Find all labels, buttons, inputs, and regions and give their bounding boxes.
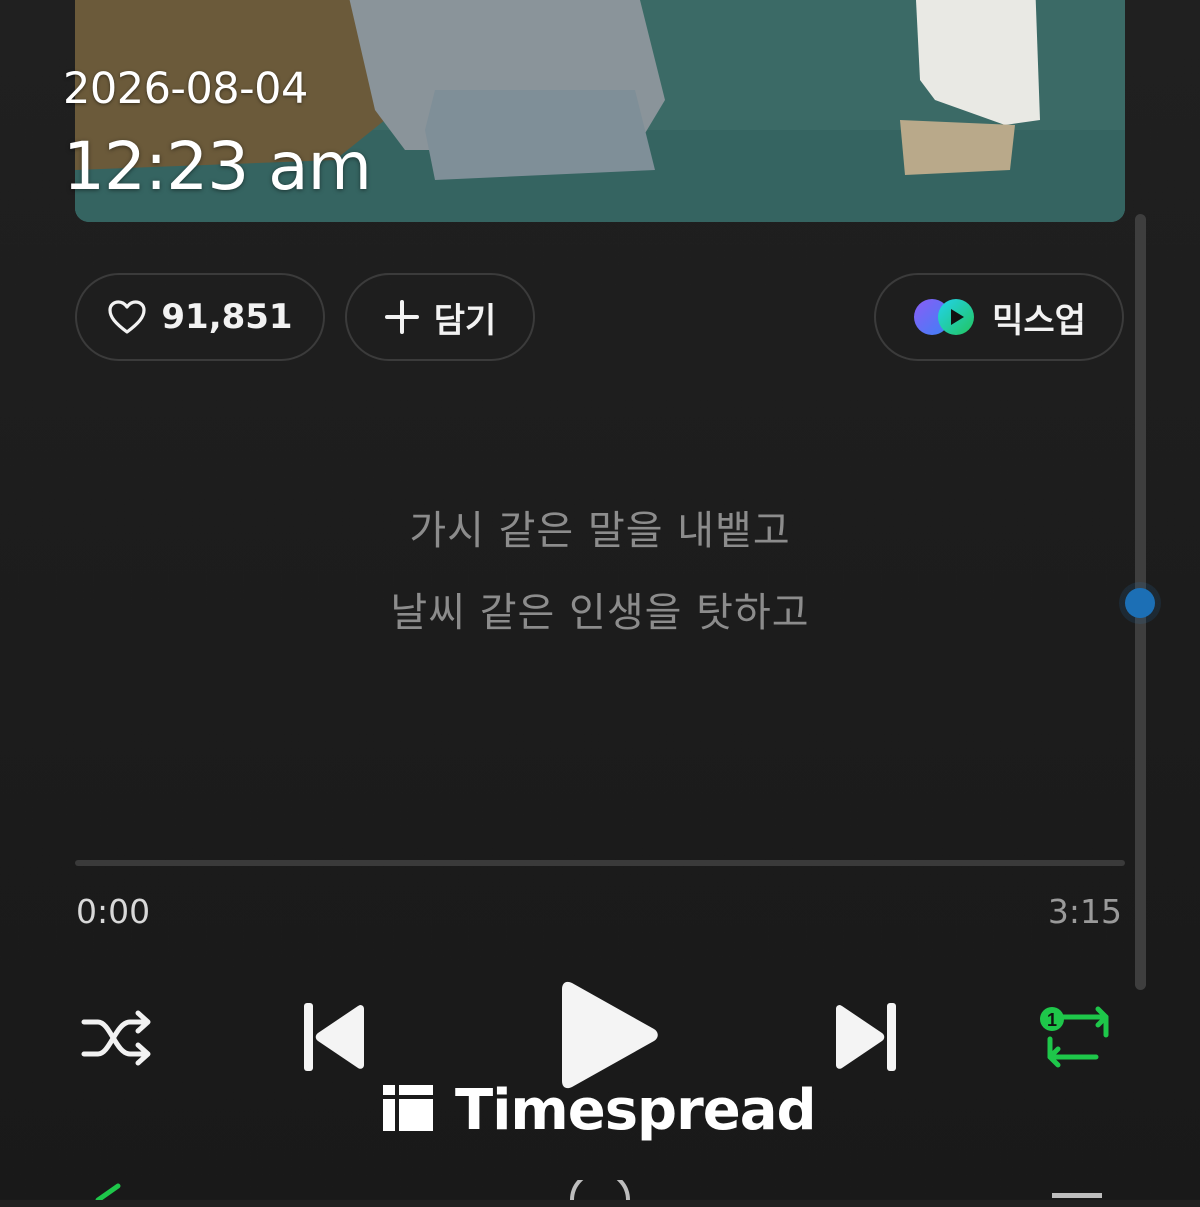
shuffle-button[interactable] <box>78 1005 158 1071</box>
mixup-logo-icon <box>912 297 978 337</box>
mixup-label: 믹스업 <box>992 300 1086 341</box>
next-icon <box>834 999 900 1075</box>
shuffle-icon <box>80 1008 156 1068</box>
scrollbar-thumb[interactable] <box>1125 588 1155 618</box>
play-icon <box>560 977 660 1093</box>
previous-button[interactable] <box>298 998 368 1076</box>
repeat-one-icon: 1 <box>1036 1001 1120 1073</box>
repeat-badge: 1 <box>1047 1010 1057 1030</box>
back-gesture-icon[interactable] <box>90 1180 130 1204</box>
add-label: 담기 <box>433 300 497 341</box>
total-time: 3:15 <box>1047 892 1122 931</box>
heart-icon <box>107 299 147 335</box>
mixup-button[interactable]: 믹스업 <box>874 273 1124 361</box>
current-time: 0:00 <box>76 892 151 931</box>
timestamp-date: 2026-08-04 <box>63 64 308 114</box>
watermark-logo-icon <box>383 1085 433 1135</box>
lyric-line[interactable]: 날씨 같은 인생을 탓하고 <box>0 580 1200 638</box>
watermark-text: Timespread <box>455 1077 817 1143</box>
repeat-one-button[interactable]: 1 <box>1036 1000 1120 1074</box>
watermark: Timespread <box>383 1077 817 1143</box>
lyric-line[interactable]: 가시 같은 말을 내뱉고 <box>0 498 1200 556</box>
timestamp-time: 12:23 am <box>63 128 372 205</box>
home-gesture-icon[interactable] <box>568 1170 632 1204</box>
next-button[interactable] <box>832 998 902 1076</box>
previous-icon <box>300 999 366 1075</box>
progress-bar[interactable] <box>75 860 1125 866</box>
plus-icon <box>384 299 420 335</box>
add-to-playlist-button[interactable]: 담기 <box>345 273 535 361</box>
menu-gesture-icon[interactable] <box>1052 1188 1102 1207</box>
like-count: 91,851 <box>161 297 293 337</box>
like-button[interactable]: 91,851 <box>75 273 325 361</box>
